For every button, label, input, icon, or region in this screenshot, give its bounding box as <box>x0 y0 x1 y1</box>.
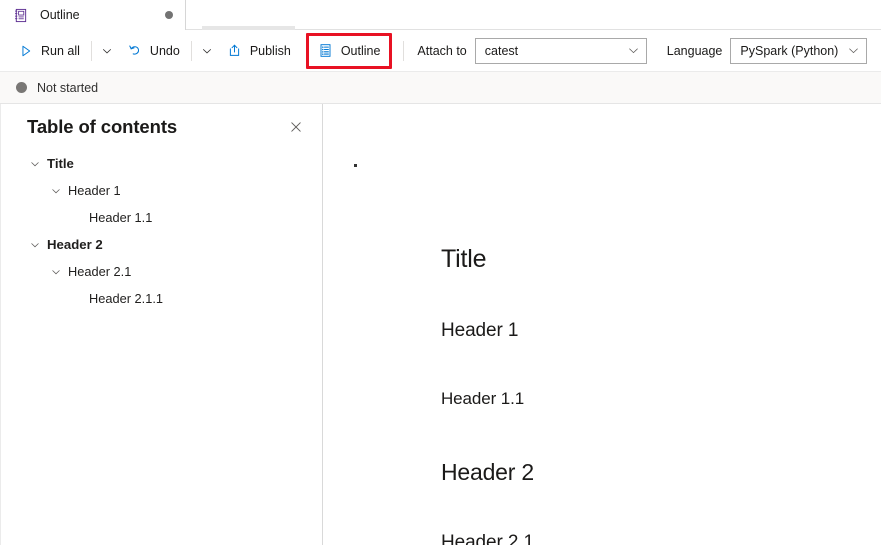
attach-to-label: Attach to <box>417 43 467 58</box>
chevron-down-icon[interactable] <box>48 264 64 280</box>
toc-item-label: Header 1.1 <box>89 210 153 225</box>
content-heading-title[interactable]: Title <box>441 245 487 274</box>
toc-item-label: Title <box>47 156 74 171</box>
session-status-bar: Not started <box>0 72 881 104</box>
toc-item-label: Header 2 <box>47 237 103 252</box>
undo-label: Undo <box>149 43 180 58</box>
content-heading-header-1[interactable]: Header 1 <box>441 320 518 342</box>
outline-button[interactable]: Outline <box>309 37 390 65</box>
toc-item-label: Header 2.1 <box>68 264 132 279</box>
status-dot-icon <box>16 82 27 93</box>
toc-item-header-2-1-1[interactable]: Header 2.1.1 <box>1 285 323 312</box>
undo-arrow-icon <box>127 43 143 59</box>
chevron-down-icon <box>847 44 860 57</box>
attach-to-dropdown[interactable]: catest <box>474 37 647 64</box>
toc-item-header-2[interactable]: Header 2 <box>1 231 323 258</box>
outline-button-highlight: Outline <box>305 32 393 69</box>
tab-modified-indicator[interactable] <box>165 11 173 19</box>
toc-item-header-1[interactable]: Header 1 <box>1 177 323 204</box>
notebook-content-area: Title Header 1 Header 1.1 Header 2 Heade… <box>324 104 881 545</box>
chevron-down-icon <box>101 45 113 57</box>
toc-item-title[interactable]: Title <box>1 150 323 177</box>
content-heading-header-1-1[interactable]: Header 1.1 <box>441 389 524 409</box>
toc-item-header-2-1[interactable]: Header 2.1 <box>1 258 323 285</box>
content-heading-header-2-1[interactable]: Header 2.1 <box>441 532 534 545</box>
outline-list-icon <box>318 43 334 59</box>
publish-label: Publish <box>249 43 291 58</box>
play-triangle-icon <box>18 43 34 59</box>
notebook-window: Outline Run all Undo Publish Outline Att… <box>0 0 881 545</box>
toc-item-label: Header 2.1.1 <box>89 291 163 306</box>
toc-item-header-1-1[interactable]: Header 1.1 <box>1 204 323 231</box>
content-heading-header-2[interactable]: Header 2 <box>441 459 534 486</box>
attach-to-value: catest <box>484 43 519 58</box>
tab-outline[interactable]: Outline <box>0 0 186 30</box>
chevron-down-icon <box>627 44 640 57</box>
toc-header: Table of contents <box>1 104 323 150</box>
language-label: Language <box>666 43 723 58</box>
chevron-down-icon[interactable] <box>27 156 43 172</box>
notebook-icon <box>12 7 28 23</box>
toc-close-button[interactable] <box>283 114 309 140</box>
language-dropdown[interactable]: PySpark (Python) <box>730 37 868 64</box>
cell-marker-dot <box>354 164 357 167</box>
toc-tree: Title Header 1 Header 1.1 Header 2 Header 2.… <box>1 150 323 312</box>
chevron-down-icon[interactable] <box>27 237 43 253</box>
toolbar-separator <box>90 40 92 61</box>
status-text: Not started <box>37 80 99 95</box>
run-all-caret-button[interactable] <box>95 36 119 66</box>
chevron-down-icon <box>201 45 213 57</box>
toolbar-separator <box>403 40 405 61</box>
undo-caret-button[interactable] <box>195 36 219 66</box>
close-icon <box>289 120 303 134</box>
run-all-label: Run all <box>41 43 80 58</box>
table-of-contents-panel: Table of contents Title Header 1 Header 1.… <box>0 104 323 545</box>
language-value: PySpark (Python) <box>740 43 839 58</box>
tab-label: Outline <box>40 8 80 22</box>
outline-label: Outline <box>340 43 381 58</box>
toc-item-label: Header 1 <box>68 183 121 198</box>
publish-upload-icon <box>227 43 243 59</box>
publish-button[interactable]: Publish <box>219 36 299 66</box>
run-all-button[interactable]: Run all <box>10 36 88 66</box>
tab-strip: Outline <box>0 0 881 30</box>
chevron-down-icon[interactable] <box>48 183 64 199</box>
notebook-toolbar: Run all Undo Publish Outline Attach to c… <box>0 30 881 72</box>
toc-title: Table of contents <box>27 116 178 137</box>
undo-button[interactable]: Undo <box>119 36 188 66</box>
toolbar-separator <box>190 40 192 61</box>
